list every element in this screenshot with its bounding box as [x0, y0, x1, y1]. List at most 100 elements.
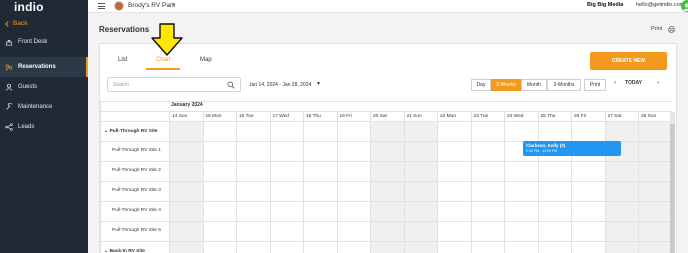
sidebar-item-label: Guests — [18, 84, 38, 90]
user-avatar[interactable] — [681, 0, 688, 12]
menu-icon[interactable] — [98, 3, 105, 11]
site-row-label: Pull-Through RV Site 5 — [112, 228, 161, 233]
leads-icon — [5, 123, 13, 131]
page-title: Reservations — [99, 25, 150, 34]
day-column-header: 14 Sun — [169, 112, 202, 121]
day-column-header: 15 Mon — [202, 112, 236, 121]
grid-line — [100, 241, 672, 242]
sidebar-item-guests[interactable]: Guests — [0, 77, 88, 97]
sidebar: indio Back Front Desk Reservations Guest… — [0, 0, 88, 253]
search-icon[interactable] — [227, 81, 235, 89]
grid-line — [638, 112, 639, 253]
guests-icon — [5, 83, 13, 91]
sidebar-item-reservations[interactable]: Reservations — [0, 57, 88, 77]
grid-line — [100, 101, 101, 253]
grid-line — [403, 112, 405, 253]
sidebar-item-label: Maintenance — [18, 104, 53, 110]
site-row-label: Pull-Through RV Site 1 — [112, 148, 161, 153]
day-column-header: 26 Fri — [571, 112, 604, 121]
today-button[interactable]: TODAY — [625, 80, 642, 86]
sidebar-item-front-desk[interactable]: Front Desk — [0, 32, 88, 52]
front-desk-icon — [5, 40, 13, 46]
grid-line — [571, 112, 572, 253]
day-column-header: 24 Wed — [504, 112, 537, 121]
grid-line — [202, 112, 204, 253]
printer-icon[interactable] — [668, 26, 675, 33]
tab-map[interactable]: Map — [200, 57, 212, 63]
grid-line — [537, 112, 539, 253]
calendar-print-button[interactable]: Print — [584, 79, 606, 91]
park-name[interactable]: Brody's RV Park — [128, 2, 175, 9]
day-column-header: 19 Fri — [336, 112, 370, 121]
sidebar-item-label: Leads — [18, 124, 35, 130]
scrollbar-thumb[interactable] — [670, 124, 675, 253]
sidebar-item-label: Reservations — [18, 64, 56, 70]
booking-bar[interactable]: Clarkson, Kelly (0) 2:00 PM - 12:00 PM — [523, 141, 621, 156]
grid-line — [100, 201, 672, 202]
grid-line — [303, 112, 304, 253]
top-bar: Brody's RV Park ▾ Big Big Media hello@ge… — [88, 0, 688, 13]
view-2-months-button[interactable]: 2-Months — [547, 79, 581, 91]
search-input[interactable] — [113, 81, 221, 89]
sidebar-item-leads[interactable]: Leads — [0, 117, 88, 137]
day-column-header: 17 Wed — [269, 112, 303, 121]
site-group-text: Pull-Through RV Site — [109, 129, 158, 134]
chevron-down-icon[interactable]: ▾ — [173, 2, 176, 8]
date-range-caret-icon[interactable]: ▼ — [316, 81, 321, 87]
tab-list[interactable]: List — [118, 57, 127, 63]
grid-line — [437, 112, 438, 253]
annotation-arrow-icon — [151, 23, 183, 56]
tab-active-underline — [146, 68, 180, 70]
day-column-header: 28 Sun — [638, 112, 671, 121]
grid-line — [236, 112, 237, 253]
grid-line — [100, 111, 672, 112]
site-group-label[interactable]: ⌄ Pull-Through RV Site — [104, 128, 157, 134]
sidebar-item-maintenance[interactable]: Maintenance — [0, 97, 88, 117]
view-day-button[interactable]: Day — [471, 79, 491, 91]
grid-line — [100, 101, 672, 102]
grid-line — [370, 112, 371, 253]
site-group-label[interactable]: ⌄ Back-In RV Site — [104, 248, 145, 253]
grid-line — [336, 112, 338, 253]
back-label: Back — [13, 20, 28, 27]
back-arrow-icon — [5, 20, 9, 27]
calendar-month-label: January 2024 — [171, 102, 203, 108]
back-link[interactable]: Back — [4, 20, 27, 27]
booking-time: 2:00 PM - 12:00 PM — [526, 149, 558, 153]
grid-line — [269, 112, 271, 253]
site-row-label: Pull-Through RV Site 3 — [112, 188, 161, 193]
reservations-icon — [5, 64, 13, 71]
create-new-button[interactable]: CREATE NEW — [590, 52, 667, 70]
site-row-label: Pull-Through RV Site 4 — [112, 208, 161, 213]
search-field[interactable] — [107, 77, 241, 92]
print-link[interactable]: Print — [651, 26, 662, 32]
grid-line — [100, 121, 672, 122]
grid-line — [169, 112, 170, 253]
grid-line — [100, 221, 672, 222]
app-logo[interactable]: indio — [14, 0, 44, 14]
tab-chart[interactable]: Chart — [156, 57, 171, 63]
view-month-button[interactable]: Month — [521, 79, 547, 91]
grid-line — [504, 112, 505, 253]
grid-line — [604, 112, 606, 253]
sidebar-item-label: Front Desk — [18, 39, 48, 45]
prev-period-icon[interactable]: ‹ — [614, 80, 616, 86]
day-column-header: 18 Thu — [303, 112, 336, 121]
day-column-header: 20 Sat — [370, 112, 403, 121]
grid-line — [470, 112, 472, 253]
maintenance-icon — [6, 103, 12, 110]
day-column-header: 16 Tue — [236, 112, 269, 121]
site-row-label: Pull-Through RV Site 2 — [112, 168, 161, 173]
grid-line — [100, 181, 672, 182]
booking-guest-name: Clarkson, Kelly (0) — [526, 143, 566, 148]
day-column-header: 21 Sun — [403, 112, 437, 121]
chart-scrollbar[interactable] — [670, 112, 675, 253]
view-2-weeks-button[interactable]: 2-Weeks — [491, 79, 521, 91]
grid-line — [100, 161, 672, 162]
site-group-text: Back-In RV Site — [109, 249, 145, 253]
company-name: Big Big Media — [587, 2, 624, 8]
date-range-picker[interactable]: Jan 14, 2024 - Jan 28, 2024 — [249, 82, 311, 88]
next-period-icon[interactable]: › — [657, 80, 659, 86]
day-column-header: 23 Tue — [470, 112, 504, 121]
user-icon — [683, 3, 688, 11]
